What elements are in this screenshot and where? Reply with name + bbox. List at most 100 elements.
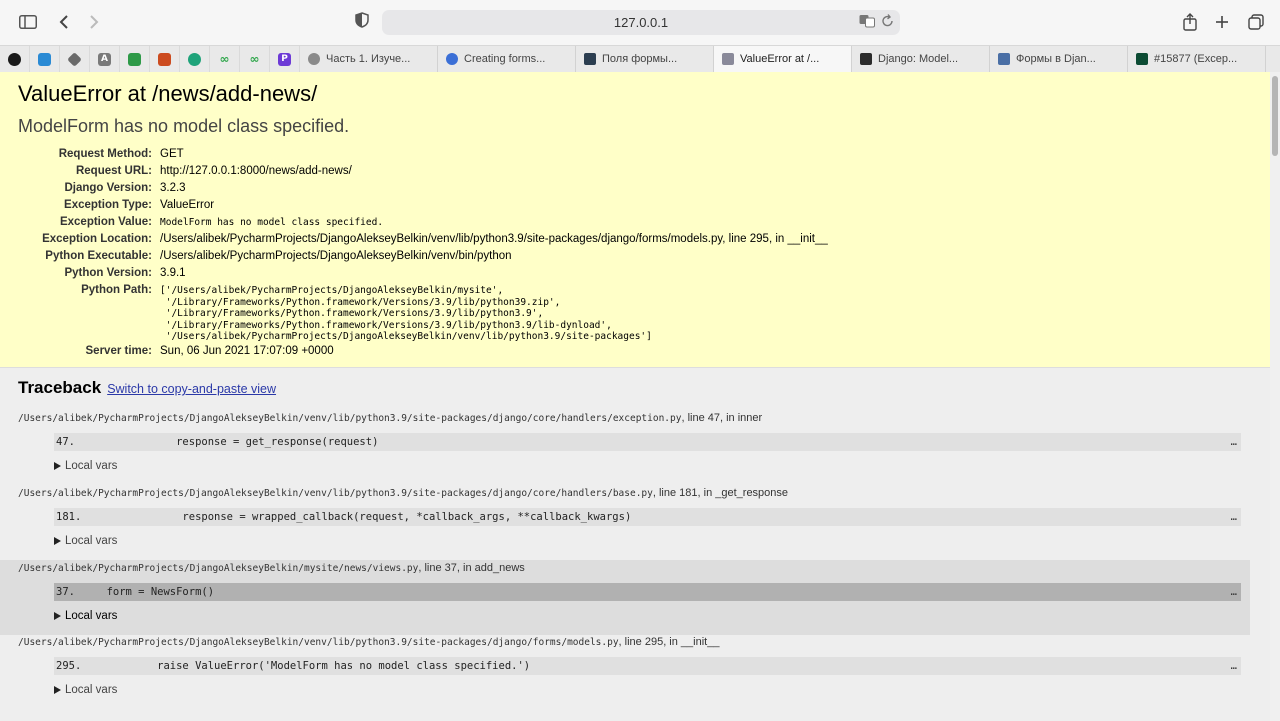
local-vars-toggle[interactable]: Local vars xyxy=(54,460,117,472)
meta-row-python-path: Python Path: ['/Users/alibek/PycharmProj… xyxy=(81,284,652,342)
copy-paste-view-link[interactable]: Switch to copy-and-paste view xyxy=(107,382,276,396)
browser-tab[interactable]: ValueError at /... xyxy=(714,46,852,72)
exception-location-in: , in __init__ xyxy=(768,233,828,245)
request-meta-table: Request Method: GET Request URL: http://… xyxy=(0,146,1270,360)
privacy-shield-icon[interactable] xyxy=(355,12,369,33)
meta-row-exception-value: Exception Value: ModelForm has no model … xyxy=(59,216,384,228)
frame-file: /Users/alibek/PycharmProjects/DjangoAlek… xyxy=(18,563,419,574)
local-vars-toggle[interactable]: Local vars xyxy=(54,535,117,547)
tab-title: #15877 (Excep... xyxy=(1154,53,1238,65)
scrollbar-thumb[interactable] xyxy=(1272,76,1278,156)
browser-tab[interactable]: #15877 (Excep... xyxy=(1128,46,1266,72)
tab-title: Часть 1. Изуче... xyxy=(326,53,411,65)
expand-context-button[interactable]: … xyxy=(1231,657,1237,675)
local-vars-toggle[interactable]: Local vars xyxy=(54,610,117,622)
django-icon xyxy=(860,53,872,65)
pinned-drive-icon xyxy=(128,52,141,66)
pinned-tab[interactable] xyxy=(60,46,90,72)
meta-row-python-executable: Python Executable: /Users/alibek/Pycharm… xyxy=(45,250,512,262)
pinned-infinity-green-icon: ∞ xyxy=(219,52,230,66)
sidebar-toggle-icon[interactable] xyxy=(16,11,40,33)
tab-overview-icon[interactable] xyxy=(1244,11,1268,33)
pinned-tab[interactable] xyxy=(30,46,60,72)
meta-row-exception-location: Exception Location: /Users/alibek/Pychar… xyxy=(42,233,828,245)
blue-circle-icon xyxy=(446,53,458,65)
pinned-brave-icon xyxy=(158,52,171,66)
browser-tab[interactable]: Поля формы... xyxy=(576,46,714,72)
back-icon[interactable] xyxy=(52,11,76,33)
pinned-a-icon: A xyxy=(98,52,111,66)
dj-icon xyxy=(1136,53,1148,65)
traceback-frame: /Users/alibek/PycharmProjects/DjangoAlek… xyxy=(0,410,1250,486)
meta-row-python-version: Python Version: 3.9.1 xyxy=(64,267,186,279)
context-line-code: 181. response = wrapped_callback(request… xyxy=(56,511,632,523)
browser-tab[interactable]: Django: Model... xyxy=(852,46,990,72)
page-scrollbar[interactable] xyxy=(1270,72,1280,721)
frame-path: /Users/alibek/PycharmProjects/DjangoAlek… xyxy=(18,412,762,424)
frame-location: , line 295, in __init__ xyxy=(618,636,720,648)
pinned-tab[interactable] xyxy=(120,46,150,72)
context-line[interactable]: 181. response = wrapped_callback(request… xyxy=(54,508,1241,526)
address-bar-url[interactable]: 127.0.0.1 xyxy=(382,15,900,30)
pycharm-icon xyxy=(584,53,596,65)
pinned-tab[interactable]: ∞ xyxy=(210,46,240,72)
tab-title: ValueError at /... xyxy=(740,53,820,65)
page-title: ValueError at /news/add-news/ xyxy=(18,81,318,106)
local-vars-label: Local vars xyxy=(65,684,118,696)
frame-location: , line 181, in _get_response xyxy=(652,487,789,499)
address-bar[interactable]: 127.0.0.1 xyxy=(382,10,900,35)
pinned-infinity-green2-icon: ∞ xyxy=(249,52,260,66)
pinned-tab[interactable] xyxy=(150,46,180,72)
error-summary: ValueError at /news/add-news/ ModelForm … xyxy=(0,72,1270,368)
frame-path: /Users/alibek/PycharmProjects/DjangoAlek… xyxy=(18,487,788,499)
browser-tab[interactable]: Часть 1. Изуче... xyxy=(300,46,438,72)
new-tab-icon[interactable] xyxy=(1210,11,1234,33)
context-line[interactable]: 295. raise ValueError('ModelForm has no … xyxy=(54,657,1241,675)
frame-file: /Users/alibek/PycharmProjects/DjangoAlek… xyxy=(18,413,682,424)
context-line[interactable]: 47. response = get_response(request) … xyxy=(54,433,1241,451)
frame-path: /Users/alibek/PycharmProjects/DjangoAlek… xyxy=(18,636,719,648)
frame-path: /Users/alibek/PycharmProjects/DjangoAlek… xyxy=(18,562,525,574)
pinned-tab[interactable] xyxy=(0,46,30,72)
disclosure-triangle-icon xyxy=(54,537,61,545)
tab-bar: A ∞ ∞ P Часть 1. Изуче... Creating forms... По… xyxy=(0,45,1280,73)
frame-file: /Users/alibek/PycharmProjects/DjangoAlek… xyxy=(18,488,653,499)
compass-icon xyxy=(308,53,320,65)
context-line-code: 37. form = NewsForm() xyxy=(56,586,215,598)
pinned-tab[interactable] xyxy=(180,46,210,72)
traceback-header: Traceback Switch to copy-and-paste view xyxy=(18,378,276,398)
exception-location-path: /Users/alibek/PycharmProjects/DjangoAlek… xyxy=(160,233,723,245)
pinned-p-icon: P xyxy=(278,52,291,66)
share-icon[interactable] xyxy=(1178,11,1202,33)
meta-row-request-url: Request URL: http://127.0.0.1:8000/news/… xyxy=(75,165,352,177)
meta-row-exception-type: Exception Type: ValueError xyxy=(64,199,215,211)
pinned-tab[interactable]: A xyxy=(90,46,120,72)
local-vars-toggle[interactable]: Local vars xyxy=(54,684,117,696)
pinned-tab[interactable]: P xyxy=(270,46,300,72)
pinned-diamond-icon xyxy=(67,51,82,67)
context-line-code: 295. raise ValueError('ModelForm has no … xyxy=(56,660,531,672)
forward-icon[interactable] xyxy=(82,11,106,33)
local-vars-label: Local vars xyxy=(65,610,118,622)
disclosure-triangle-icon xyxy=(54,462,61,470)
context-line[interactable]: 37. form = NewsForm() … xyxy=(54,583,1241,601)
tab-title: Поля формы... xyxy=(602,53,678,65)
frame-location: , line 47, in inner xyxy=(681,412,763,424)
number-1-icon xyxy=(722,53,734,65)
translate-icon[interactable] xyxy=(859,14,875,31)
browser-tab[interactable]: Формы в Djan... xyxy=(990,46,1128,72)
expand-context-button[interactable]: … xyxy=(1231,583,1237,601)
browser-tab[interactable]: Creating forms... xyxy=(438,46,576,72)
context-line-code: 47. response = get_response(request) xyxy=(56,436,379,448)
exception-location-line: , line 295 xyxy=(722,233,769,245)
expand-context-button[interactable]: … xyxy=(1231,433,1237,451)
pinned-blue-square-icon xyxy=(38,52,51,66)
traceback-frame: /Users/alibek/PycharmProjects/DjangoAlek… xyxy=(0,560,1250,635)
reload-icon[interactable] xyxy=(881,14,894,31)
expand-context-button[interactable]: … xyxy=(1231,508,1237,526)
pinned-green-circle-icon xyxy=(188,52,201,66)
pinned-tab[interactable]: ∞ xyxy=(240,46,270,72)
traceback-title: Traceback xyxy=(18,378,102,397)
book-icon xyxy=(998,53,1010,65)
local-vars-label: Local vars xyxy=(65,460,118,472)
